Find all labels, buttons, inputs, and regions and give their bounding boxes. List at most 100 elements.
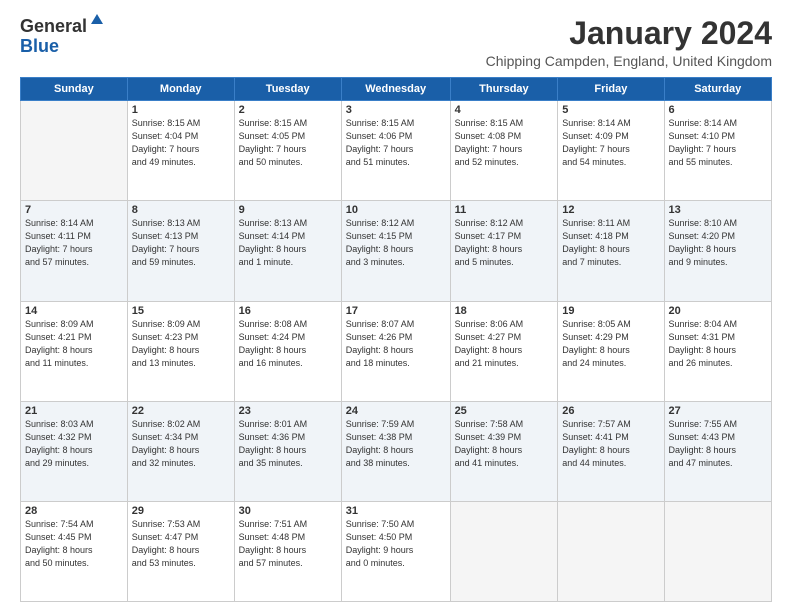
table-cell: 8Sunrise: 8:13 AMSunset: 4:13 PMDaylight… — [127, 201, 234, 301]
table-cell: 29Sunrise: 7:53 AMSunset: 4:47 PMDayligh… — [127, 501, 234, 601]
day-number: 23 — [239, 405, 337, 417]
day-number: 6 — [669, 104, 767, 116]
table-cell: 31Sunrise: 7:50 AMSunset: 4:50 PMDayligh… — [341, 501, 450, 601]
day-info: Sunrise: 7:59 AMSunset: 4:38 PMDaylight:… — [346, 418, 446, 470]
calendar-week-row: 14Sunrise: 8:09 AMSunset: 4:21 PMDayligh… — [21, 301, 772, 401]
day-info: Sunrise: 8:05 AMSunset: 4:29 PMDaylight:… — [562, 318, 659, 370]
day-number: 9 — [239, 204, 337, 216]
day-number: 17 — [346, 305, 446, 317]
day-info: Sunrise: 7:50 AMSunset: 4:50 PMDaylight:… — [346, 518, 446, 570]
day-info: Sunrise: 8:06 AMSunset: 4:27 PMDaylight:… — [455, 318, 554, 370]
day-info: Sunrise: 7:57 AMSunset: 4:41 PMDaylight:… — [562, 418, 659, 470]
day-info: Sunrise: 8:14 AMSunset: 4:10 PMDaylight:… — [669, 117, 767, 169]
day-number: 31 — [346, 505, 446, 517]
day-number: 30 — [239, 505, 337, 517]
day-info: Sunrise: 8:15 AMSunset: 4:05 PMDaylight:… — [239, 117, 337, 169]
table-cell — [558, 501, 664, 601]
day-info: Sunrise: 8:04 AMSunset: 4:31 PMDaylight:… — [669, 318, 767, 370]
table-cell: 25Sunrise: 7:58 AMSunset: 4:39 PMDayligh… — [450, 401, 558, 501]
day-info: Sunrise: 8:13 AMSunset: 4:14 PMDaylight:… — [239, 217, 337, 269]
day-info: Sunrise: 8:02 AMSunset: 4:34 PMDaylight:… — [132, 418, 230, 470]
month-title: January 2024 — [486, 16, 772, 51]
table-cell: 13Sunrise: 8:10 AMSunset: 4:20 PMDayligh… — [664, 201, 771, 301]
day-number: 27 — [669, 405, 767, 417]
table-cell — [21, 101, 128, 201]
day-number: 11 — [455, 204, 554, 216]
table-cell: 4Sunrise: 8:15 AMSunset: 4:08 PMDaylight… — [450, 101, 558, 201]
header: General Blue January 2024 Chipping Campd… — [20, 16, 772, 69]
table-cell: 5Sunrise: 8:14 AMSunset: 4:09 PMDaylight… — [558, 101, 664, 201]
col-saturday: Saturday — [664, 78, 771, 101]
day-info: Sunrise: 8:14 AMSunset: 4:11 PMDaylight:… — [25, 217, 123, 269]
day-number: 29 — [132, 505, 230, 517]
col-thursday: Thursday — [450, 78, 558, 101]
calendar-week-row: 1Sunrise: 8:15 AMSunset: 4:04 PMDaylight… — [21, 101, 772, 201]
title-block: January 2024 Chipping Campden, England, … — [486, 16, 772, 69]
day-number: 8 — [132, 204, 230, 216]
logo-blue-text: Blue — [20, 37, 59, 57]
day-number: 20 — [669, 305, 767, 317]
calendar-table: Sunday Monday Tuesday Wednesday Thursday… — [20, 77, 772, 602]
table-cell: 23Sunrise: 8:01 AMSunset: 4:36 PMDayligh… — [234, 401, 341, 501]
day-info: Sunrise: 8:08 AMSunset: 4:24 PMDaylight:… — [239, 318, 337, 370]
day-number: 14 — [25, 305, 123, 317]
table-cell: 26Sunrise: 7:57 AMSunset: 4:41 PMDayligh… — [558, 401, 664, 501]
day-number: 28 — [25, 505, 123, 517]
day-number: 16 — [239, 305, 337, 317]
day-info: Sunrise: 7:58 AMSunset: 4:39 PMDaylight:… — [455, 418, 554, 470]
day-number: 21 — [25, 405, 123, 417]
day-number: 4 — [455, 104, 554, 116]
table-cell: 1Sunrise: 8:15 AMSunset: 4:04 PMDaylight… — [127, 101, 234, 201]
col-friday: Friday — [558, 78, 664, 101]
calendar-week-row: 28Sunrise: 7:54 AMSunset: 4:45 PMDayligh… — [21, 501, 772, 601]
table-cell: 12Sunrise: 8:11 AMSunset: 4:18 PMDayligh… — [558, 201, 664, 301]
table-cell: 6Sunrise: 8:14 AMSunset: 4:10 PMDaylight… — [664, 101, 771, 201]
day-info: Sunrise: 7:51 AMSunset: 4:48 PMDaylight:… — [239, 518, 337, 570]
table-cell: 3Sunrise: 8:15 AMSunset: 4:06 PMDaylight… — [341, 101, 450, 201]
day-info: Sunrise: 8:09 AMSunset: 4:23 PMDaylight:… — [132, 318, 230, 370]
day-number: 18 — [455, 305, 554, 317]
table-cell: 10Sunrise: 8:12 AMSunset: 4:15 PMDayligh… — [341, 201, 450, 301]
logo: General Blue — [20, 16, 105, 57]
day-info: Sunrise: 7:53 AMSunset: 4:47 PMDaylight:… — [132, 518, 230, 570]
day-info: Sunrise: 8:15 AMSunset: 4:04 PMDaylight:… — [132, 117, 230, 169]
calendar-week-row: 21Sunrise: 8:03 AMSunset: 4:32 PMDayligh… — [21, 401, 772, 501]
table-cell: 28Sunrise: 7:54 AMSunset: 4:45 PMDayligh… — [21, 501, 128, 601]
table-cell — [664, 501, 771, 601]
location: Chipping Campden, England, United Kingdo… — [486, 53, 772, 69]
day-number: 2 — [239, 104, 337, 116]
table-cell: 17Sunrise: 8:07 AMSunset: 4:26 PMDayligh… — [341, 301, 450, 401]
day-info: Sunrise: 8:15 AMSunset: 4:08 PMDaylight:… — [455, 117, 554, 169]
logo-icon — [89, 12, 105, 28]
day-info: Sunrise: 7:54 AMSunset: 4:45 PMDaylight:… — [25, 518, 123, 570]
day-info: Sunrise: 8:12 AMSunset: 4:15 PMDaylight:… — [346, 217, 446, 269]
calendar-week-row: 7Sunrise: 8:14 AMSunset: 4:11 PMDaylight… — [21, 201, 772, 301]
day-number: 19 — [562, 305, 659, 317]
calendar-header-row: Sunday Monday Tuesday Wednesday Thursday… — [21, 78, 772, 101]
table-cell: 24Sunrise: 7:59 AMSunset: 4:38 PMDayligh… — [341, 401, 450, 501]
day-number: 24 — [346, 405, 446, 417]
day-info: Sunrise: 8:10 AMSunset: 4:20 PMDaylight:… — [669, 217, 767, 269]
table-cell: 7Sunrise: 8:14 AMSunset: 4:11 PMDaylight… — [21, 201, 128, 301]
table-cell — [450, 501, 558, 601]
table-cell: 30Sunrise: 7:51 AMSunset: 4:48 PMDayligh… — [234, 501, 341, 601]
table-cell: 16Sunrise: 8:08 AMSunset: 4:24 PMDayligh… — [234, 301, 341, 401]
table-cell: 14Sunrise: 8:09 AMSunset: 4:21 PMDayligh… — [21, 301, 128, 401]
day-info: Sunrise: 8:13 AMSunset: 4:13 PMDaylight:… — [132, 217, 230, 269]
day-info: Sunrise: 8:12 AMSunset: 4:17 PMDaylight:… — [455, 217, 554, 269]
page: General Blue January 2024 Chipping Campd… — [0, 0, 792, 612]
table-cell: 27Sunrise: 7:55 AMSunset: 4:43 PMDayligh… — [664, 401, 771, 501]
table-cell: 9Sunrise: 8:13 AMSunset: 4:14 PMDaylight… — [234, 201, 341, 301]
day-info: Sunrise: 8:11 AMSunset: 4:18 PMDaylight:… — [562, 217, 659, 269]
day-info: Sunrise: 8:07 AMSunset: 4:26 PMDaylight:… — [346, 318, 446, 370]
day-number: 13 — [669, 204, 767, 216]
col-wednesday: Wednesday — [341, 78, 450, 101]
day-info: Sunrise: 7:55 AMSunset: 4:43 PMDaylight:… — [669, 418, 767, 470]
col-tuesday: Tuesday — [234, 78, 341, 101]
day-number: 5 — [562, 104, 659, 116]
day-info: Sunrise: 8:14 AMSunset: 4:09 PMDaylight:… — [562, 117, 659, 169]
day-info: Sunrise: 8:01 AMSunset: 4:36 PMDaylight:… — [239, 418, 337, 470]
table-cell: 15Sunrise: 8:09 AMSunset: 4:23 PMDayligh… — [127, 301, 234, 401]
day-number: 12 — [562, 204, 659, 216]
day-number: 7 — [25, 204, 123, 216]
